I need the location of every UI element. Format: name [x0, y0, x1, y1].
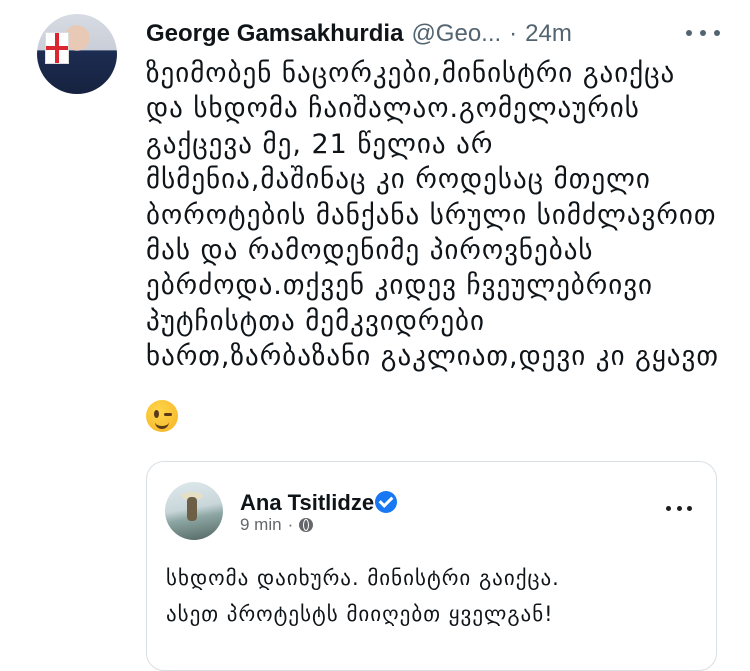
header-separator: · — [509, 20, 518, 47]
quoted-author-avatar[interactable] — [165, 482, 223, 540]
author-name[interactable]: George Gamsakhurdia — [146, 20, 403, 48]
tweet-text-line: ებრძოდა.თქვენ კიდევ ჩვეულებრივი — [146, 270, 654, 302]
tweet-text-line: პუტჩისტთა მემკვიდრები — [146, 305, 486, 337]
more-options-icon[interactable] — [686, 22, 720, 44]
tweet-text-line: მას და რამოდენიმე პიროვნებას — [146, 235, 594, 267]
quoted-text-line: ასეთ პროტესტს მიიღებთ ყველგან! — [166, 602, 554, 626]
quoted-more-options-icon[interactable] — [666, 504, 692, 512]
quoted-post-card[interactable]: Ana Tsitlidze 9 min · სხდომა დაიხურა. მი… — [146, 461, 717, 671]
tweet-text-line: ზეიმობენ ნაცორკები,მინისტრი გაიქცა — [146, 58, 676, 89]
tweet-text-line: ხართ,ზარბაზანი გაკლიათ,დევი კი გყავთ — [146, 341, 719, 373]
tweet-text-line: მსმენია,მაშინაც კი როდესაც მთელი — [146, 164, 651, 196]
tweet-timestamp[interactable]: 24m — [525, 20, 572, 48]
georgian-flag — [45, 32, 69, 64]
tweet-header: George Gamsakhurdia @Geo... · 24m — [146, 16, 572, 52]
quoted-post-meta: 9 min · — [240, 515, 314, 535]
author-handle[interactable]: @Geo... — [411, 20, 501, 48]
quoted-post-text: სხდომა დაიხურა. მინისტრი გაიქცა. ასეთ პრ… — [166, 560, 706, 632]
quoted-author-name[interactable]: Ana Tsitlidze — [240, 490, 374, 516]
quoted-text-line: სხდომა დაიხურა. მინისტრი გაიქცა. — [166, 566, 560, 590]
quoted-post-time[interactable]: 9 min — [240, 515, 282, 535]
tweet-text-line: ბოროტების მანქანა სრული სიმძლავრით — [146, 199, 717, 231]
tweet-text-line: გაქცევა მე, 21 წელია არ — [146, 128, 494, 160]
author-avatar[interactable] — [37, 14, 117, 94]
meta-separator: · — [287, 515, 294, 534]
tweet-text: ზეიმობენ ნაცორკები,მინისტრი გაიქცა და სხ… — [146, 56, 726, 375]
globe-icon — [299, 518, 314, 532]
verified-badge-icon — [375, 491, 397, 513]
tweet-text-line: და სხდომა ჩაიშალაო.გომელაურის — [146, 93, 640, 125]
wink-emoji-icon — [146, 400, 178, 432]
